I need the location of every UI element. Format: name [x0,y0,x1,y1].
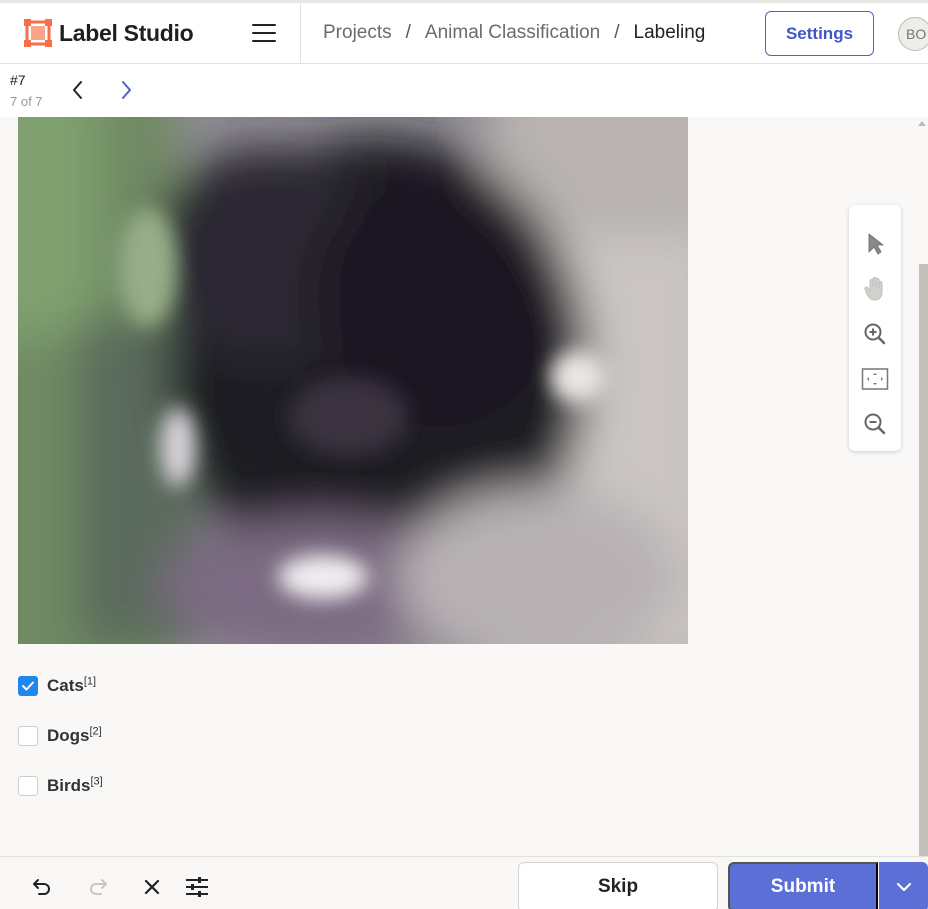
choice-hotkey: [3] [90,775,103,788]
breadcrumb-current: Labeling [633,22,706,43]
redo-icon[interactable] [86,875,110,899]
zoom-in-icon[interactable] [861,320,889,348]
zoom-out-icon[interactable] [861,410,889,438]
settings-button[interactable]: Settings [765,11,874,56]
choice-text: Birds [47,776,91,795]
hand-pan-icon[interactable] [861,275,889,303]
checkbox-checked[interactable] [18,676,38,696]
choice-hotkey: [2] [89,725,102,738]
submit-options-chevron-down-icon[interactable] [879,862,928,909]
menu-hamburger-icon[interactable] [252,24,276,42]
choice-hotkey: [1] [83,675,97,688]
task-position: 7 of 7 [10,94,43,109]
app-logo[interactable]: Label Studio [24,19,194,47]
zoom-to-fit-icon[interactable] [861,365,889,393]
choice-text: Dogs [47,726,90,745]
undo-icon[interactable] [30,875,54,899]
top-header: Label Studio Projects / Animal Classific… [0,0,928,64]
breadcrumb: Projects / Animal Classification / Label… [323,22,705,44]
vertical-scrollbar[interactable] [919,264,928,856]
choice-label: Birds[3] [47,776,103,796]
checkbox-unchecked[interactable] [18,726,38,746]
choice-label: Cats[1] [47,676,96,696]
choice-cats[interactable]: Cats[1] [18,676,96,696]
checkbox-unchecked[interactable] [18,776,38,796]
image-tools-panel [849,205,901,451]
task-navigation: #7 7 of 7 [0,64,928,117]
choice-text: Cats [47,676,84,695]
previous-task-chevron-left-icon[interactable] [66,76,90,104]
choice-dogs[interactable]: Dogs[2] [18,726,102,746]
annotation-controls-bar: Skip Submit [0,856,928,909]
reset-close-icon[interactable] [140,875,164,899]
task-id: #7 [10,72,26,88]
app-name: Label Studio [59,19,194,46]
label-studio-logo-icon [24,19,52,47]
task-image[interactable] [18,117,688,644]
pointer-icon[interactable] [861,230,889,258]
breadcrumb-separator: / [405,22,411,43]
breadcrumb-projects[interactable]: Projects [323,22,392,44]
breadcrumb-separator: / [614,22,620,43]
header-divider [300,3,301,63]
user-avatar[interactable]: BO [898,17,928,51]
breadcrumb-project-name[interactable]: Animal Classification [425,22,600,44]
next-task-chevron-right-icon[interactable] [114,76,138,104]
scroll-up-arrow-icon[interactable] [918,121,926,126]
choice-label: Dogs[2] [47,726,102,746]
choice-birds[interactable]: Birds[3] [18,776,103,796]
settings-sliders-icon[interactable] [185,875,209,899]
submit-button[interactable]: Submit [728,862,878,909]
skip-button[interactable]: Skip [518,862,718,909]
